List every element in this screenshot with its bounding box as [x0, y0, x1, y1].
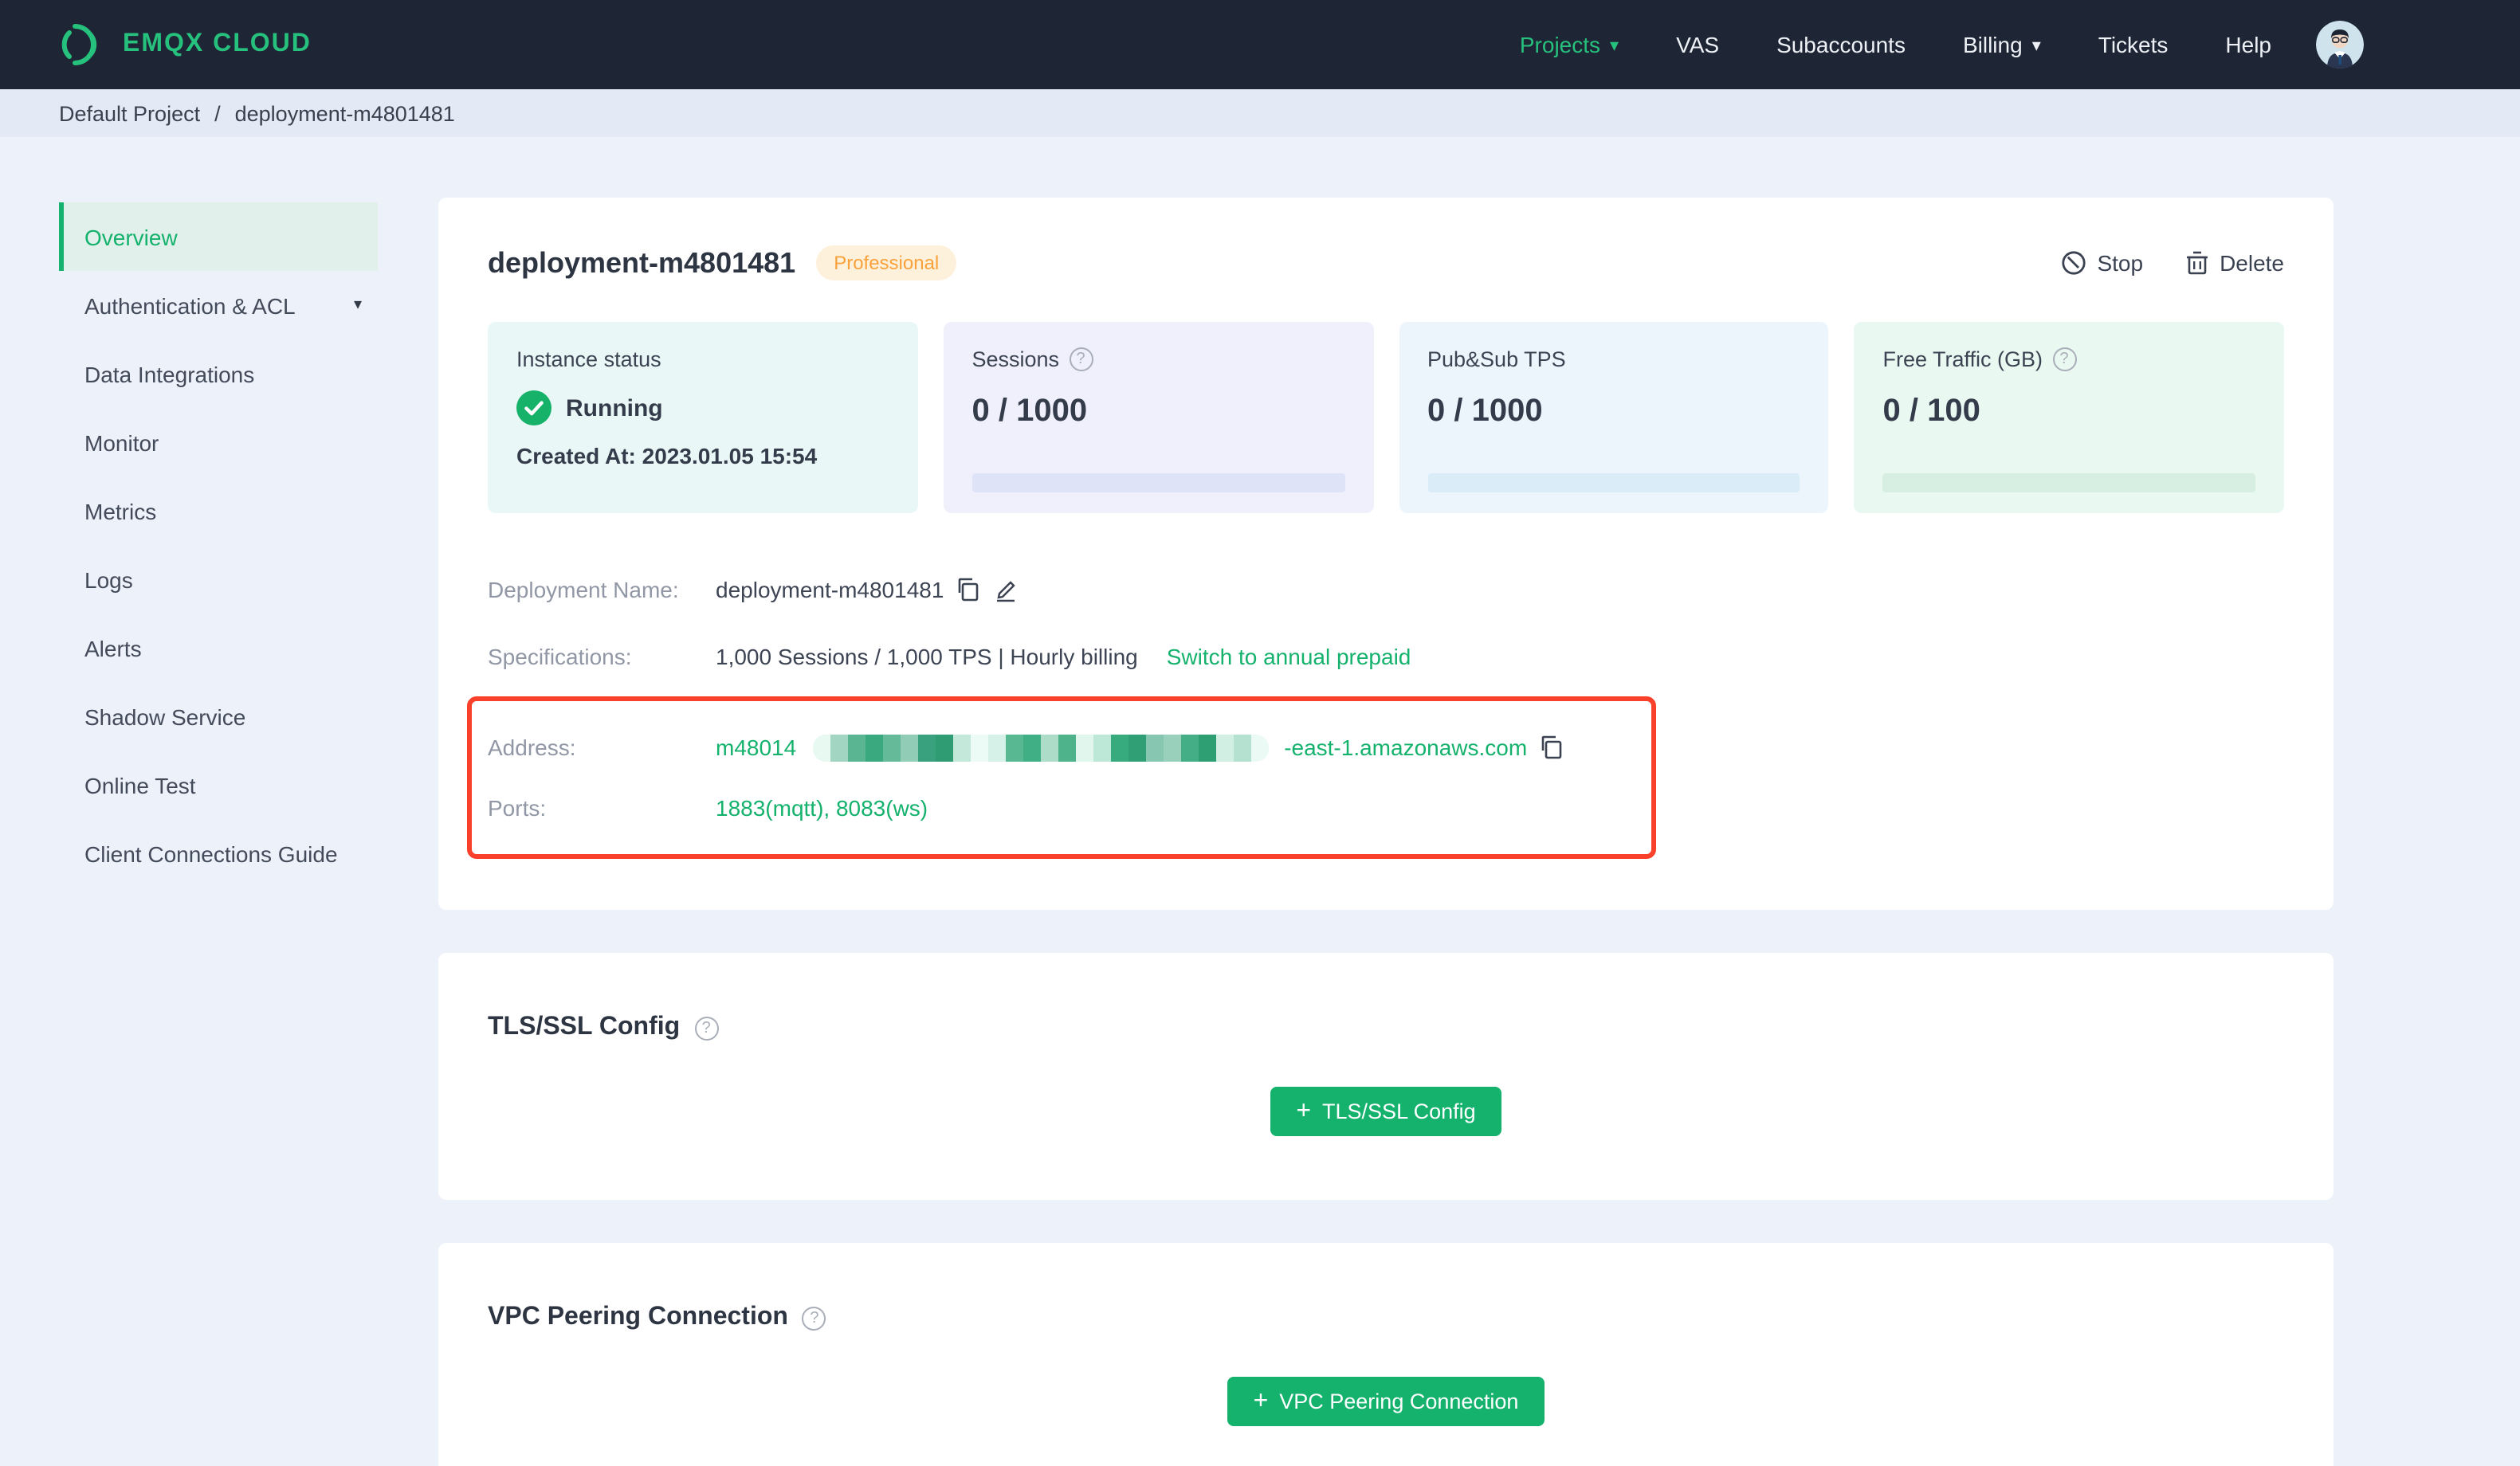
sidebar-item-data-integrations[interactable]: Data Integrations: [59, 339, 378, 408]
free-traffic-card: Free Traffic (GB) ? 0 / 100: [1854, 322, 2284, 513]
help-icon[interactable]: ?: [802, 1306, 826, 1330]
instance-status-value: Running: [566, 394, 663, 421]
brand: EMQX CLOUD: [56, 21, 312, 69]
free-traffic-progress-bar: [1882, 473, 2255, 492]
main-content: deployment-m4801481 Professional Stop De…: [438, 198, 2334, 1466]
breadcrumb-project[interactable]: Default Project: [59, 101, 200, 125]
check-circle-icon: [516, 390, 551, 425]
chevron-down-icon: ▾: [2031, 36, 2041, 55]
breadcrumb-separator: /: [214, 101, 221, 125]
nav-item-tickets[interactable]: Tickets: [2098, 32, 2169, 57]
navbar-menu: Projects ▾ VAS Subaccounts Billing ▾ Tic…: [1520, 32, 2271, 57]
plan-badge: Professional: [816, 245, 957, 280]
plus-icon: +: [1253, 1387, 1269, 1414]
deployment-overview-card: deployment-m4801481 Professional Stop De…: [438, 198, 2334, 910]
sidebar-item-logs[interactable]: Logs: [59, 545, 378, 613]
tls-ssl-title: TLS/SSL Config: [488, 1013, 681, 1041]
add-vpc-peering-button[interactable]: + VPC Peering Connection: [1227, 1377, 1545, 1426]
add-tls-ssl-config-button[interactable]: + TLS/SSL Config: [1270, 1087, 1501, 1136]
sidebar-item-overview[interactable]: Overview: [59, 202, 378, 271]
annotation-highlight-box: Address: m48014 -east-1.amazonaws.com Po…: [467, 696, 1656, 859]
stats-row: Instance status Running Created At: 2023…: [488, 322, 2284, 513]
tls-ssl-section: TLS/SSL Config ? + TLS/SSL Config: [438, 953, 2334, 1200]
edit-icon[interactable]: [993, 577, 1019, 602]
instance-status-label: Instance status: [516, 347, 661, 371]
address-label: Address:: [488, 735, 576, 760]
emqx-cloud-deployment-page: EMQX CLOUD Projects ▾ VAS Subaccounts Bi…: [0, 0, 2520, 1466]
sidebar-item-authentication-acl[interactable]: Authentication & ACL ▾: [59, 271, 378, 339]
sidebar-item-online-test[interactable]: Online Test: [59, 751, 378, 819]
pubsub-tps-card: Pub&Sub TPS 0 / 1000: [1399, 322, 1829, 513]
sidebar-item-alerts[interactable]: Alerts: [59, 613, 378, 682]
nav-item-subaccounts[interactable]: Subaccounts: [1776, 32, 1906, 57]
switch-annual-prepaid-link[interactable]: Switch to annual prepaid: [1167, 644, 1411, 669]
brand-name: EMQX CLOUD: [123, 30, 312, 57]
pubsub-tps-value: 0 / 1000: [1427, 394, 1543, 429]
breadcrumb: Default Project / deployment-m4801481: [0, 89, 2520, 137]
user-avatar[interactable]: [2316, 21, 2364, 69]
specifications-value: 1,000 Sessions / 1,000 TPS | Hourly bill…: [716, 644, 1138, 669]
instance-status-card: Instance status Running Created At: 2023…: [488, 322, 918, 513]
sessions-card: Sessions ? 0 / 1000: [943, 322, 1373, 513]
address-prefix: m48014: [716, 735, 797, 760]
specifications-label: Specifications:: [488, 644, 632, 669]
plus-icon: +: [1296, 1097, 1312, 1124]
sessions-progress-bar: [971, 473, 1344, 492]
ports-value: 1883(mqtt), 8083(ws): [716, 795, 928, 821]
deployment-details: Deployment Name: deployment-m4801481 Spe…: [467, 556, 2284, 859]
stop-icon: [2060, 250, 2086, 276]
nav-item-help[interactable]: Help: [2225, 32, 2271, 57]
nav-item-projects[interactable]: Projects ▾: [1520, 32, 1619, 57]
free-traffic-label: Free Traffic (GB): [1882, 347, 2043, 371]
breadcrumb-current: deployment-m4801481: [234, 101, 455, 125]
free-traffic-value: 0 / 100: [1882, 394, 1980, 429]
sidebar-item-shadow-service[interactable]: Shadow Service: [59, 682, 378, 751]
address-redaction: [812, 734, 1269, 761]
delete-button[interactable]: Delete: [2184, 250, 2284, 276]
sidebar-item-metrics[interactable]: Metrics: [59, 476, 378, 545]
nav-item-vas[interactable]: VAS: [1676, 32, 1719, 57]
help-icon[interactable]: ?: [694, 1016, 719, 1040]
vpc-peering-section: VPC Peering Connection ? + VPC Peering C…: [438, 1243, 2334, 1466]
sidebar: Overview Authentication & ACL ▾ Data Int…: [59, 202, 378, 888]
top-navbar: EMQX CLOUD Projects ▾ VAS Subaccounts Bi…: [0, 0, 2520, 89]
trash-icon: [2184, 250, 2208, 276]
copy-icon[interactable]: [1540, 735, 1564, 760]
sessions-label: Sessions: [971, 347, 1060, 371]
copy-icon[interactable]: [956, 577, 980, 602]
page-title: deployment-m4801481: [488, 246, 796, 278]
vpc-peering-title: VPC Peering Connection: [488, 1303, 788, 1331]
help-icon[interactable]: ?: [1069, 347, 1093, 371]
deployment-name-label: Deployment Name:: [488, 577, 679, 602]
help-icon[interactable]: ?: [2052, 347, 2077, 371]
chevron-down-icon: ▾: [1610, 36, 1619, 55]
created-at: Created At: 2023.01.05 15:54: [516, 443, 818, 468]
pubsub-tps-progress-bar: [1427, 473, 1800, 492]
emqx-logo-icon: [56, 21, 104, 69]
chevron-down-icon: ▾: [353, 296, 362, 314]
pubsub-tps-label: Pub&Sub TPS: [1427, 347, 1566, 371]
sessions-value: 0 / 1000: [971, 394, 1088, 429]
stop-button[interactable]: Stop: [2060, 250, 2143, 276]
address-suffix: -east-1.amazonaws.com: [1284, 735, 1528, 760]
nav-item-billing[interactable]: Billing ▾: [1963, 32, 2041, 57]
deployment-name-value: deployment-m4801481: [716, 577, 944, 602]
sidebar-item-client-connections-guide[interactable]: Client Connections Guide: [59, 819, 378, 888]
ports-label: Ports:: [488, 795, 547, 821]
sidebar-item-monitor[interactable]: Monitor: [59, 408, 378, 476]
